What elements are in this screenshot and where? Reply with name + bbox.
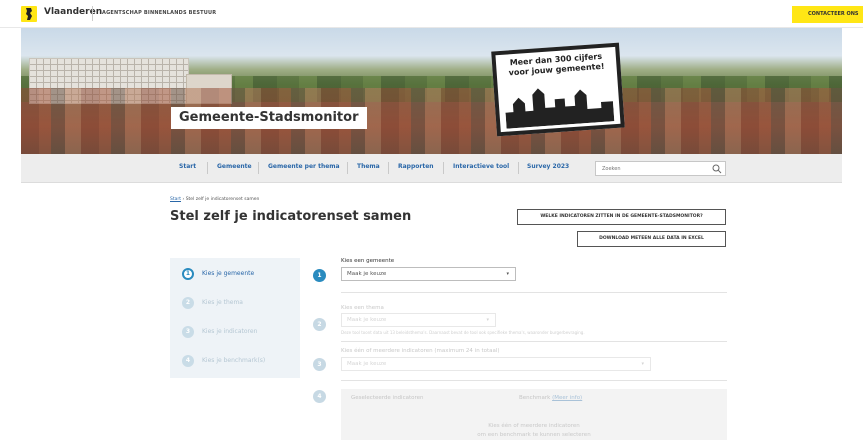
step-divider	[341, 380, 727, 381]
hero-banner: Gemeente-Stadsmonitor Meer dan 300 cijfe…	[21, 28, 842, 154]
thema-select[interactable]: Maak je keuze ▾	[341, 313, 496, 327]
step-label: Kies je benchmark(s)	[202, 357, 266, 364]
col-benchmark: Benchmark (Meer info)	[519, 395, 582, 401]
benchmark-empty-message: Kies één of meerdere indicatoren om een …	[341, 422, 727, 440]
form-step-4-badge: 4	[313, 390, 326, 403]
brand-name[interactable]: Vlaanderen	[44, 7, 102, 17]
form-step-3-badge: 3	[313, 358, 326, 371]
nav-start[interactable]: Start	[179, 163, 196, 170]
step-label: Kies je gemeente	[202, 270, 255, 277]
steps-sidebar: 1 Kies je gemeente 2 Kies je thema 3 Kie…	[170, 258, 300, 378]
indicatoren-select-value: Maak je keuze	[347, 361, 387, 367]
nav-interactieve-tool[interactable]: Interactieve tool	[453, 163, 509, 170]
search-input[interactable]	[602, 165, 702, 173]
col-selected-indicators: Geselecteerde indicatoren	[351, 395, 424, 401]
form-step-2-badge: 2	[313, 318, 326, 331]
thema-label: Kies een thema	[341, 305, 384, 311]
top-bar: Vlaanderen AGENTSCHAP BINNENLANDS BESTUU…	[0, 0, 863, 28]
form-step-1-badge: 1	[313, 269, 326, 282]
gemeente-select-value: Maak je keuze	[347, 271, 387, 277]
nav-separator	[258, 162, 259, 174]
empty-line-2: om een benchmark te kunnen selecteren	[477, 432, 591, 438]
chevron-down-icon: ▾	[641, 361, 644, 367]
step-number: 3	[182, 326, 194, 338]
nav-separator	[388, 162, 389, 174]
nav-thema[interactable]: Thema	[357, 163, 380, 170]
nav-gemeente-per-thema[interactable]: Gemeente per thema	[268, 163, 340, 170]
nav-rapporten[interactable]: Rapporten	[398, 163, 434, 170]
thema-select-value: Maak je keuze	[347, 317, 387, 323]
hero-sign: Meer dan 300 cijfers voor jouw gemeente!	[491, 42, 625, 137]
page-title: Stel zelf je indicatorenset samen	[170, 209, 412, 224]
hero-rooftops	[21, 88, 842, 154]
chevron-down-icon: ▾	[506, 271, 509, 277]
col-benchmark-label: Benchmark	[519, 395, 551, 401]
indicators-overview-button[interactable]: WELKE INDICATOREN ZITTEN IN DE GEMEENTE-…	[517, 209, 726, 225]
search-icon[interactable]	[712, 164, 722, 174]
empty-line-1: Kies één of meerdere indicatoren	[488, 423, 580, 429]
brand-divider	[92, 6, 93, 21]
indicatoren-label: Kies één of meerdere indicatoren (maximu…	[341, 348, 500, 354]
gemeente-select[interactable]: Maak je keuze ▾	[341, 267, 516, 281]
vlaanderen-logo-icon[interactable]	[21, 6, 37, 22]
step-label: Kies je indicatoren	[202, 328, 258, 335]
search-box	[595, 161, 726, 176]
benchmark-more-info-link[interactable]: (Meer info)	[552, 395, 582, 401]
download-excel-button[interactable]: DOWNLOAD METEEN ALLE DATA IN EXCEL	[577, 231, 726, 247]
breadcrumb-separator: ›	[182, 197, 185, 202]
step-number: 4	[182, 355, 194, 367]
nav-separator	[518, 162, 519, 174]
breadcrumb-current: Stel zelf je indicatorenset samen	[185, 197, 260, 202]
agency-name[interactable]: AGENTSCHAP BINNENLANDS BESTUUR	[102, 10, 216, 16]
step-label: Kies je thema	[202, 299, 243, 306]
contact-button[interactable]: CONTACTEER ONS	[792, 6, 863, 23]
gemeente-label: Kies een gemeente	[341, 258, 395, 264]
step-divider	[341, 341, 727, 342]
city-silhouette-icon	[505, 88, 615, 129]
breadcrumb-start[interactable]: Start	[170, 197, 181, 202]
main-nav: Start Gemeente Gemeente per thema Thema …	[21, 154, 842, 183]
nav-gemeente[interactable]: Gemeente	[217, 163, 252, 170]
chevron-down-icon: ▾	[486, 317, 489, 323]
benchmark-table: Geselecteerde indicatoren Benchmark (Mee…	[341, 389, 727, 440]
thema-hint: Deze tool toont data uit 13 beleidsthema…	[341, 330, 585, 335]
step-divider	[341, 292, 727, 293]
nav-separator	[207, 162, 208, 174]
step-number: 1	[182, 268, 194, 280]
hero-title: Gemeente-Stadsmonitor	[171, 107, 367, 129]
hero-sign-text: Meer dan 300 cijfers voor jouw gemeente!	[496, 51, 617, 79]
step-number: 2	[182, 297, 194, 309]
nav-separator	[347, 162, 348, 174]
nav-survey-2023[interactable]: Survey 2023	[527, 163, 569, 170]
indicatoren-select[interactable]: Maak je keuze ▾	[341, 357, 651, 371]
nav-separator	[443, 162, 444, 174]
breadcrumb: Start › Stel zelf je indicatorenset same…	[170, 197, 259, 202]
